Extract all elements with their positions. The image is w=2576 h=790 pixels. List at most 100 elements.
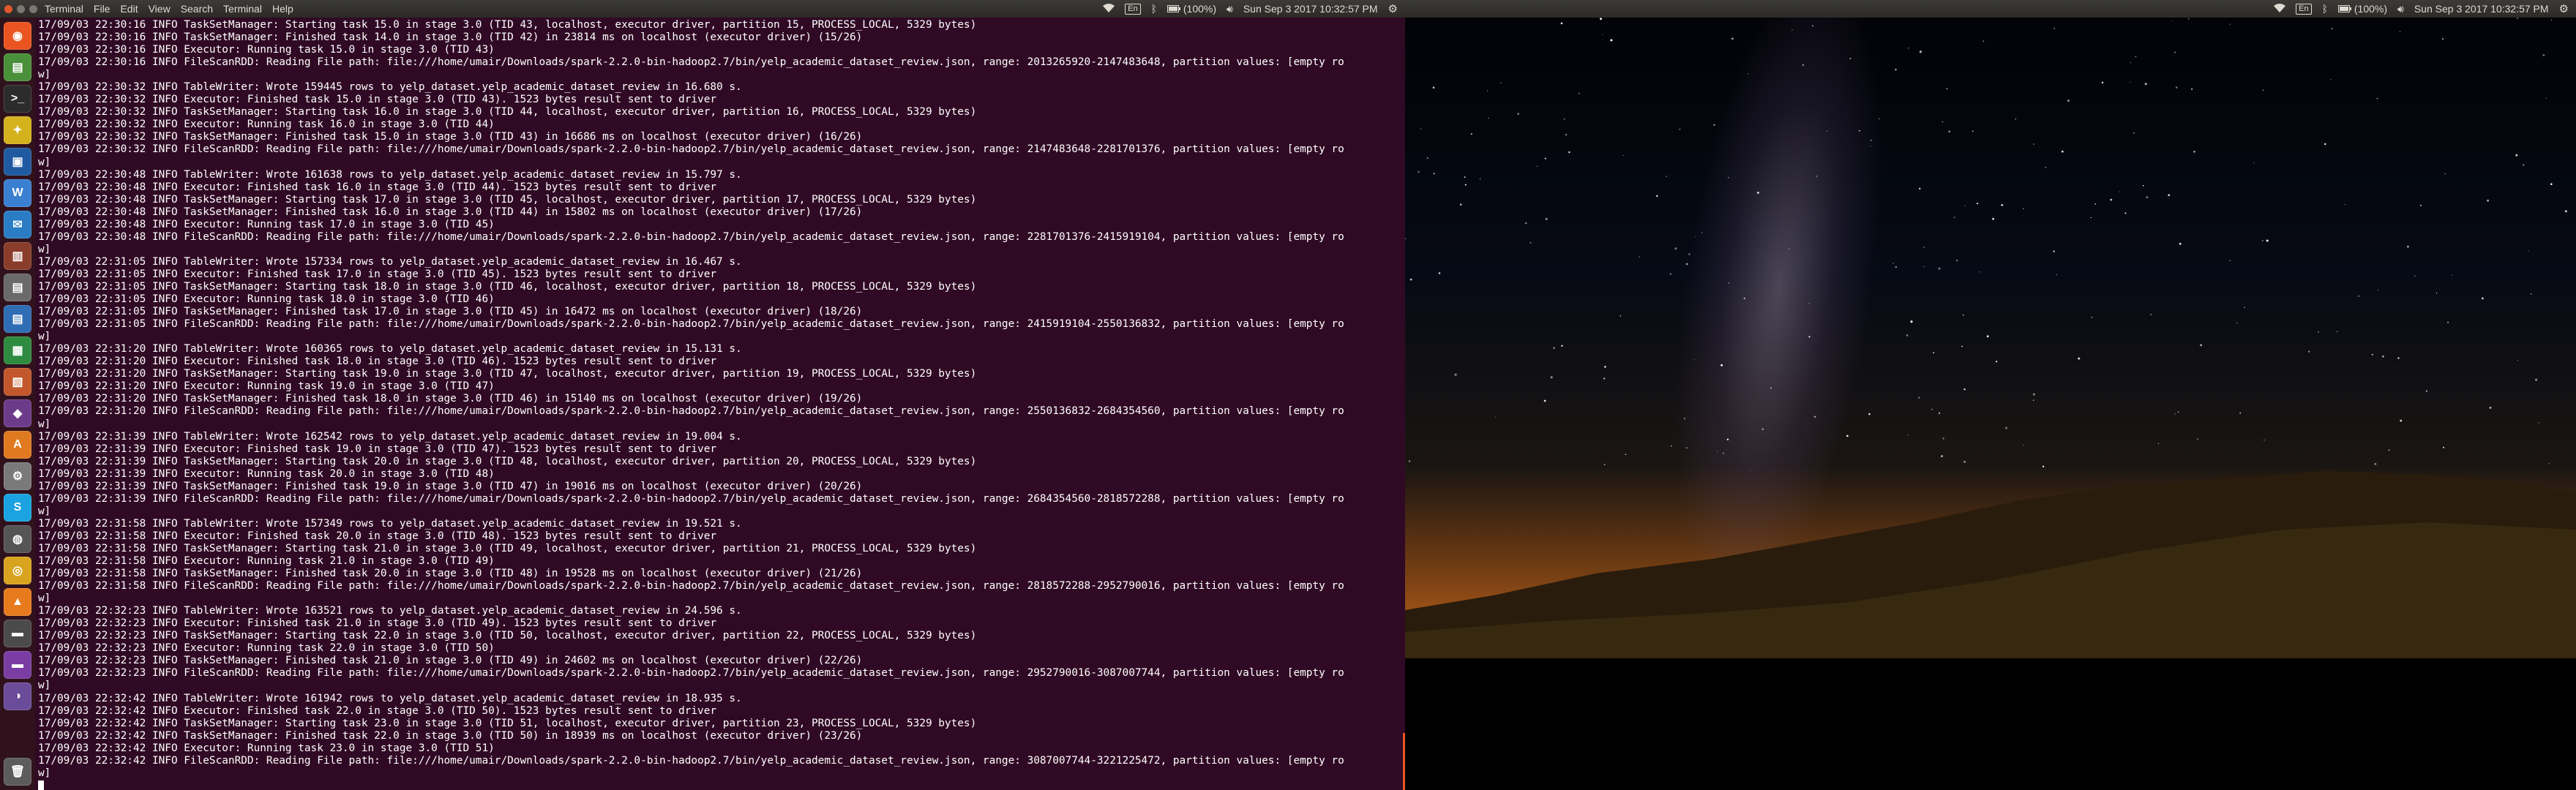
volume-icon[interactable]: 🔊︎: [2397, 3, 2404, 15]
left-monitor: Terminal File Edit View Search Terminal …: [0, 0, 1405, 790]
keyboard-layout-indicator[interactable]: En: [2296, 3, 2312, 15]
wifi-icon[interactable]: [2274, 3, 2286, 15]
app-icon-4[interactable]: ✦: [4, 116, 31, 144]
unity-launcher: ◉ ▤ >_ ✦ ▣ W ✉ ▥ ▤ ▤ ▦ ▧ ◆ A ⚙ S ◍ ◎ ▲ ▬ ▬ ◑ 🗑: [0, 18, 35, 790]
terminal-line: 17/09/03 22:32:42 INFO Executor: Running…: [38, 742, 495, 754]
terminal-prompt-line[interactable]: [38, 780, 1402, 790]
minimize-window-button[interactable]: [17, 4, 25, 13]
menu-view[interactable]: View: [149, 3, 171, 15]
mountain-silhouette: [1405, 471, 2576, 658]
chrome-icon[interactable]: ◎: [4, 557, 31, 584]
system-indicators: En ᛒ (100%) 🔊︎ Sun Sep 3 2017 10:32:57 P…: [1103, 2, 1398, 15]
terminal-line: 17/09/03 22:31:20 INFO FileScanRDD: Read…: [38, 405, 1344, 418]
writer-icon[interactable]: ▤: [4, 305, 31, 333]
gear-icon[interactable]: ⚙: [2559, 2, 2569, 15]
terminal-line: w]: [38, 592, 51, 605]
terminal-line: 17/09/03 22:31:20 INFO TaskSetManager: F…: [38, 393, 863, 405]
terminal-line: 17/09/03 22:30:32 INFO TaskSetManager: S…: [38, 106, 977, 118]
close-window-button[interactable]: [4, 4, 12, 13]
app-icon-17[interactable]: ◍: [4, 525, 31, 553]
skype-icon[interactable]: S: [4, 494, 31, 522]
wifi-icon[interactable]: [1103, 3, 1115, 15]
terminal-output: 17/09/03 22:30:16 INFO TaskSetManager: S…: [35, 18, 1405, 790]
thunderbird-icon[interactable]: ✉: [4, 211, 31, 238]
terminal-icon[interactable]: >_: [4, 85, 31, 113]
terminal-line: 17/09/03 22:30:48 INFO Executor: Running…: [38, 218, 495, 230]
terminal-line: 17/09/03 22:31:20 INFO TableWriter: Wrot…: [38, 343, 742, 356]
terminal-line: 17/09/03 22:31:20 INFO Executor: Running…: [38, 380, 495, 393]
battery-indicator[interactable]: (100%): [1167, 3, 1216, 15]
top-menu-bar-right: En ᛒ (100%) 🔊︎ Sun Sep 3 2017 10:32:57 P…: [1405, 0, 2576, 18]
bluetooth-icon[interactable]: ᛒ: [1151, 3, 1157, 15]
right-monitor: En ᛒ (100%) 🔊︎ Sun Sep 3 2017 10:32:57 P…: [1405, 0, 2576, 790]
desktop-wallpaper: [1405, 18, 2576, 658]
trash-icon[interactable]: 🗑: [4, 758, 31, 786]
terminal-line: w]: [38, 243, 51, 255]
terminal-line: 17/09/03 22:32:23 INFO TaskSetManager: F…: [38, 655, 863, 667]
battery-percent: (100%): [1183, 3, 1217, 15]
top-menu-bar: Terminal File Edit View Search Terminal …: [0, 0, 1405, 18]
terminal-line: w]: [38, 156, 51, 168]
menu-help[interactable]: Help: [272, 3, 293, 15]
terminal-line: 17/09/03 22:31:58 INFO FileScanRDD: Read…: [38, 580, 1344, 592]
app-icon-20[interactable]: ▬: [4, 620, 31, 647]
vlc-icon[interactable]: ▲: [4, 588, 31, 616]
terminal-line: 17/09/03 22:32:23 INFO TableWriter: Wrot…: [38, 605, 742, 617]
terminal-line: 17/09/03 22:30:32 INFO TaskSetManager: F…: [38, 131, 863, 143]
terminal-line: 17/09/03 22:30:16 INFO FileScanRDD: Read…: [38, 56, 1344, 69]
ubuntu-dash-icon[interactable]: ◉: [4, 22, 31, 50]
terminal-line: 17/09/03 22:30:32 INFO Executor: Running…: [38, 118, 495, 131]
menu-file[interactable]: File: [94, 3, 111, 15]
terminal-line: 17/09/03 22:32:42 INFO Executor: Finishe…: [38, 704, 717, 717]
terminal-line: 17/09/03 22:31:58 INFO Executor: Finishe…: [38, 530, 717, 542]
terminal-line: 17/09/03 22:30:48 INFO TaskSetManager: S…: [38, 193, 977, 206]
app-name: Terminal: [45, 3, 83, 15]
calc-icon[interactable]: ▦: [4, 336, 31, 364]
app-icon-6[interactable]: W: [4, 179, 31, 207]
terminal-line: 17/09/03 22:30:16 INFO Executor: Running…: [38, 44, 495, 56]
app-icon-8[interactable]: ▥: [4, 242, 31, 270]
terminal-line: 17/09/03 22:30:48 INFO Executor: Finishe…: [38, 181, 717, 193]
volume-icon[interactable]: 🔊︎: [1227, 3, 1233, 15]
maximize-window-button[interactable]: [29, 4, 37, 13]
settings-icon[interactable]: ⚙: [4, 462, 31, 490]
keyboard-layout-indicator[interactable]: En: [1125, 3, 1141, 15]
clock[interactable]: Sun Sep 3 2017 10:32:57 PM: [2414, 3, 2549, 15]
clock[interactable]: Sun Sep 3 2017 10:32:57 PM: [1243, 3, 1378, 15]
virtualbox-icon[interactable]: ▣: [4, 148, 31, 176]
menu-search[interactable]: Search: [181, 3, 213, 15]
bluetooth-icon[interactable]: ᛒ: [2322, 3, 2328, 15]
app-icon-9[interactable]: ▤: [4, 274, 31, 301]
terminal-line: 17/09/03 22:31:39 INFO TaskSetManager: S…: [38, 455, 977, 467]
terminal-line: 17/09/03 22:32:42 INFO TaskSetManager: F…: [38, 729, 863, 742]
terminal-line: 17/09/03 22:32:23 INFO FileScanRDD: Read…: [38, 667, 1344, 680]
menu-terminal[interactable]: Terminal: [223, 3, 262, 15]
impress-icon[interactable]: ▧: [4, 368, 31, 396]
app-icon-22[interactable]: ◑: [4, 682, 31, 710]
terminal-line: 17/09/03 22:30:48 INFO TaskSetManager: F…: [38, 206, 863, 218]
terminal-line: 17/09/03 22:30:16 INFO TaskSetManager: F…: [38, 31, 863, 44]
terminal-line: 17/09/03 22:30:32 INFO FileScanRDD: Read…: [38, 143, 1344, 156]
app-icon-13[interactable]: ◆: [4, 399, 31, 427]
window-controls: [4, 4, 37, 13]
terminal-window[interactable]: 17/09/03 22:30:16 INFO TaskSetManager: S…: [35, 18, 1405, 790]
software-center-icon[interactable]: A: [4, 431, 31, 459]
terminal-line: 17/09/03 22:31:58 INFO Executor: Running…: [38, 555, 495, 568]
terminal-line: 17/09/03 22:31:39 INFO TaskSetManager: F…: [38, 480, 863, 492]
menu-edit[interactable]: Edit: [120, 3, 138, 15]
battery-indicator[interactable]: (100%): [2337, 3, 2387, 15]
terminal-line: 17/09/03 22:31:39 INFO FileScanRDD: Read…: [38, 492, 1344, 505]
terminal-line: 17/09/03 22:31:20 INFO Executor: Finishe…: [38, 356, 717, 368]
gear-icon[interactable]: ⚙: [1388, 2, 1398, 15]
battery-icon: [1167, 5, 1180, 12]
app-icon-21[interactable]: ▬: [4, 651, 31, 679]
menu-bar: File Edit View Search Terminal Help: [94, 3, 293, 15]
battery-icon: [2337, 5, 2351, 12]
terminal-line: 17/09/03 22:31:05 INFO TableWriter: Wrot…: [38, 255, 742, 268]
terminal-line: w]: [38, 418, 51, 430]
terminal-line: 17/09/03 22:30:48 INFO TableWriter: Wrot…: [38, 168, 742, 181]
files-icon[interactable]: ▤: [4, 53, 31, 81]
terminal-line: 17/09/03 22:30:32 INFO TableWriter: Wrot…: [38, 81, 742, 94]
terminal-line: 17/09/03 22:30:16 INFO TaskSetManager: S…: [38, 19, 977, 31]
terminal-line: 17/09/03 22:31:58 INFO TaskSetManager: F…: [38, 568, 863, 580]
